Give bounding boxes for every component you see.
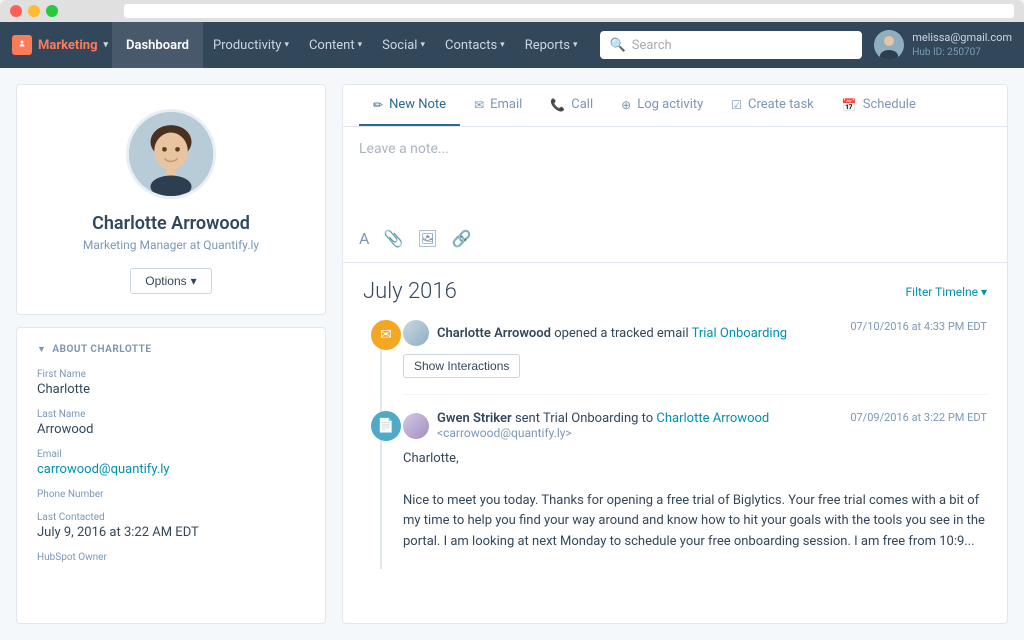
user-email: melissa@gmail.com	[912, 30, 1012, 45]
content-chevron: ▾	[358, 40, 363, 50]
field-last-contacted: Last Contacted July 9, 2016 at 3:22 AM E…	[37, 512, 305, 540]
timeline-dot-email: ✉	[371, 320, 401, 350]
brand-logo[interactable]: Marketing ▾	[12, 35, 108, 55]
email-body-preview: Charlotte, Nice to meet you today. Thank…	[403, 449, 987, 553]
note-area[interactable]: Leave a note... A 📎 🖼 🔗	[343, 127, 1007, 263]
email-icon: ✉	[474, 98, 484, 112]
timeline-item-email-open: ✉ Charlotte Arrowood opened a tracked em…	[403, 320, 987, 395]
avatar	[874, 30, 904, 60]
maximize-button[interactable]	[46, 5, 58, 17]
nav-item-contacts[interactable]: Contacts ▾	[435, 22, 515, 68]
url-bar[interactable]	[124, 4, 1014, 18]
timeline-header: July 2016 Filter Timelne ▾	[363, 279, 987, 304]
timeline-area: July 2016 Filter Timelne ▾ ✉	[343, 263, 1007, 623]
timeline-avatar-charlotte	[403, 320, 429, 346]
user-hub: Hub ID: 250707	[912, 46, 1012, 60]
main-content: Charlotte Arrowood Marketing Manager at …	[0, 68, 1024, 640]
about-chevron: ▼	[37, 344, 46, 355]
profile-title: Marketing Manager at Quantify.ly	[83, 238, 259, 252]
tab-log-activity[interactable]: ⊕ Log activity	[607, 85, 717, 126]
create-task-icon: ☑	[731, 98, 742, 112]
timeline-timestamp-2: 07/09/2016 at 3:22 PM EDT	[850, 411, 987, 424]
search-placeholder: Search	[632, 38, 672, 53]
filter-timeline-button[interactable]: Filter Timelne ▾	[906, 285, 987, 299]
about-header: ▼ ABOUT CHARLOTTE	[37, 344, 305, 355]
profile-name: Charlotte Arrowood	[92, 213, 250, 234]
show-interactions-button[interactable]: Show Interactions	[403, 354, 520, 378]
social-chevron: ▾	[420, 40, 425, 50]
field-first-name: First Name Charlotte	[37, 369, 305, 397]
schedule-icon: 📅	[842, 98, 857, 112]
tab-call[interactable]: 📞 Call	[536, 85, 607, 126]
field-hubspot-owner: HubSpot Owner	[37, 552, 305, 563]
timeline-line	[380, 320, 382, 569]
timeline-item-email-sent: 📄 Gwen Striker sent Trial Onboarding to	[403, 411, 987, 569]
dashboard-link[interactable]: Dashboard	[112, 22, 203, 68]
nav-item-content[interactable]: Content ▾	[299, 22, 372, 68]
about-card: ▼ ABOUT CHARLOTTE First Name Charlotte L…	[16, 327, 326, 624]
close-button[interactable]	[10, 5, 22, 17]
timeline-desc-2: Gwen Striker sent Trial Onboarding to Ch…	[437, 411, 842, 441]
image-icon[interactable]: 🖼	[417, 229, 437, 248]
log-activity-icon: ⊕	[621, 98, 631, 112]
charlotte-link[interactable]: Charlotte Arrowood	[656, 411, 769, 426]
new-note-icon: ✏	[373, 98, 383, 112]
right-panel: ✏ New Note ✉ Email 📞 Call ⊕ Log activity…	[342, 84, 1008, 624]
field-last-name: Last Name Arrowood	[37, 409, 305, 437]
profile-avatar	[126, 109, 216, 199]
user-menu[interactable]: melissa@gmail.com Hub ID: 250707	[874, 30, 1012, 60]
search-icon: 🔍	[610, 38, 626, 53]
note-placeholder[interactable]: Leave a note...	[359, 141, 991, 221]
timeline-list: ✉ Charlotte Arrowood opened a tracked em…	[363, 320, 987, 569]
timeline-timestamp-1: 07/10/2016 at 4:33 PM EDT	[850, 320, 987, 333]
options-button[interactable]: Options ▾	[130, 268, 211, 294]
reports-chevron: ▾	[573, 40, 578, 50]
tab-schedule[interactable]: 📅 Schedule	[828, 85, 930, 126]
timeline-desc-1: Charlotte Arrowood opened a tracked emai…	[437, 326, 842, 341]
user-info: melissa@gmail.com Hub ID: 250707	[912, 30, 1012, 59]
tab-new-note[interactable]: ✏ New Note	[359, 85, 460, 126]
attachment-icon[interactable]: 📎	[383, 229, 403, 248]
call-icon: 📞	[550, 98, 565, 112]
brand-label: Marketing	[38, 38, 98, 53]
tab-create-task[interactable]: ☑ Create task	[717, 85, 827, 126]
nav-item-social[interactable]: Social ▾	[372, 22, 435, 68]
field-email[interactable]: Email carrowood@quantify.ly	[37, 449, 305, 477]
minimize-button[interactable]	[28, 5, 40, 17]
productivity-chevron: ▾	[284, 40, 289, 50]
note-toolbar: A 📎 🖼 🔗	[359, 221, 991, 248]
contacts-chevron: ▾	[500, 40, 505, 50]
text-format-icon[interactable]: A	[359, 229, 369, 248]
options-chevron: ▾	[191, 274, 197, 288]
brand-chevron: ▾	[104, 40, 109, 50]
left-panel: Charlotte Arrowood Marketing Manager at …	[16, 84, 326, 624]
search-bar[interactable]: 🔍 Search	[600, 31, 863, 59]
timeline-avatar-gwen	[403, 413, 429, 439]
profile-card: Charlotte Arrowood Marketing Manager at …	[16, 84, 326, 315]
navbar: Marketing ▾ Dashboard Productivity ▾ Con…	[0, 22, 1024, 68]
title-bar	[0, 0, 1024, 22]
nav-item-reports[interactable]: Reports ▾	[515, 22, 588, 68]
tab-email[interactable]: ✉ Email	[460, 85, 536, 126]
tab-bar: ✏ New Note ✉ Email 📞 Call ⊕ Log activity…	[343, 85, 1007, 127]
nav-item-productivity[interactable]: Productivity ▾	[203, 22, 299, 68]
timeline-month: July 2016	[363, 279, 457, 304]
timeline-dot-doc: 📄	[371, 411, 401, 441]
hubspot-icon	[12, 35, 32, 55]
trial-onboarding-link-1[interactable]: Trial Onboarding	[692, 326, 787, 341]
link-icon[interactable]: 🔗	[452, 229, 472, 248]
field-phone: Phone Number	[37, 489, 305, 500]
